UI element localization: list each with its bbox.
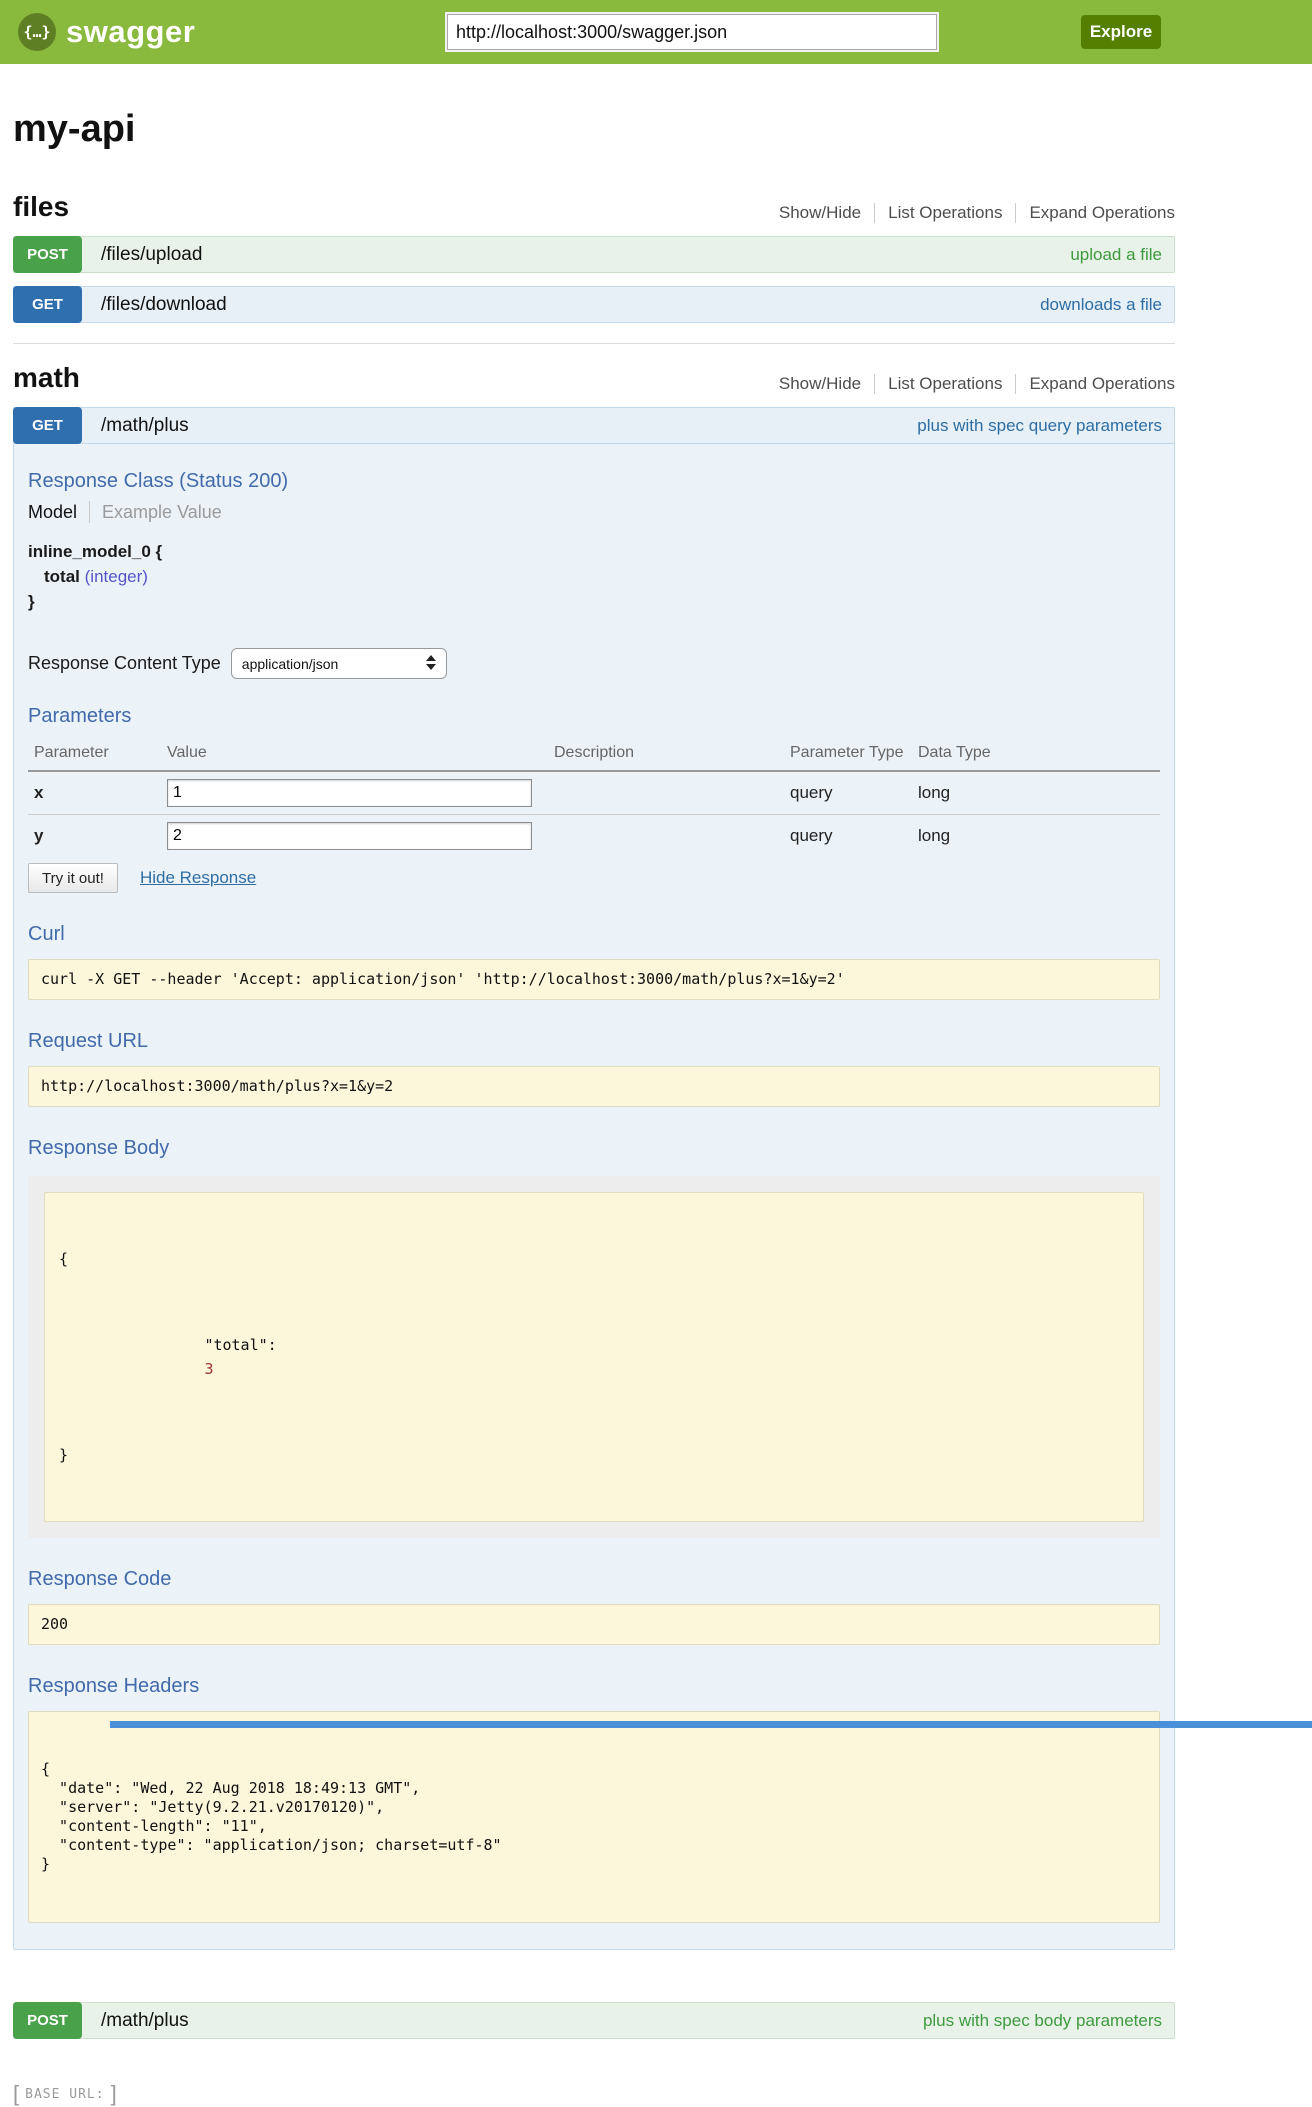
param-data-type: long [912, 815, 1160, 858]
column-header-value: Value [161, 738, 548, 771]
section-controls-files: Show/Hide List Operations Expand Operati… [766, 203, 1175, 223]
param-row-y: y query long [28, 815, 1160, 858]
response-code-box: 200 [28, 1604, 1160, 1645]
footer-bracket-open: [ [13, 2081, 19, 2107]
param-description [548, 815, 784, 858]
swagger-brand[interactable]: {…} swagger [18, 0, 195, 64]
model-open: inline_model_0 { [28, 539, 1160, 564]
parameters-heading: Parameters [28, 705, 1160, 728]
param-name: y [28, 815, 161, 858]
section-files: files Show/Hide List Operations Expand O… [13, 191, 1175, 344]
param-data-type: long [912, 771, 1160, 815]
header-bar: {…} swagger Explore [0, 0, 1312, 64]
endpoint-summary-link[interactable]: downloads a file [1040, 295, 1162, 315]
swagger-logo-icon: {…} [18, 13, 56, 51]
response-headers-json: { "date": "Wed, 22 Aug 2018 18:49:13 GMT… [41, 1760, 1147, 1874]
endpoint-row-post-files-upload[interactable]: POST /files/upload upload a file [13, 236, 1175, 273]
param-type: query [784, 815, 912, 858]
try-it-out-button[interactable]: Try it out! [28, 863, 118, 893]
endpoint-summary-link[interactable]: plus with spec query parameters [917, 416, 1162, 436]
model-close: } [28, 589, 1160, 614]
response-body-shell: { "total": 3 } [28, 1176, 1160, 1538]
parameters-table: Parameter Value Description Parameter Ty… [28, 738, 1160, 857]
param-row-x: x query long [28, 771, 1160, 815]
footer-bracket-close: ] [111, 2081, 117, 2107]
response-code-heading: Response Code [28, 1568, 1160, 1591]
response-content-type-label: Response Content Type [28, 653, 221, 674]
request-url-heading: Request URL [28, 1030, 1160, 1053]
spec-url-input[interactable] [447, 14, 937, 50]
endpoint-path-link[interactable]: /files/upload [101, 244, 202, 266]
endpoint-summary-link[interactable]: upload a file [1070, 245, 1162, 265]
json-key: "total": [204, 1336, 276, 1354]
list-operations-link[interactable]: List Operations [874, 374, 1015, 394]
endpoint-row-get-math-plus[interactable]: GET /math/plus plus with spec query para… [13, 407, 1175, 444]
curl-heading: Curl [28, 923, 1160, 946]
brand-name: swagger [66, 14, 195, 50]
json-close-brace: } [59, 1443, 1129, 1467]
expand-operations-link[interactable]: Expand Operations [1015, 203, 1175, 223]
column-header-parameter: Parameter [28, 738, 161, 771]
json-open-brace: { [59, 1247, 1129, 1271]
column-header-data-type: Data Type [912, 738, 1160, 771]
method-badge-post: POST [13, 236, 82, 273]
select-arrows-icon [426, 655, 436, 670]
param-description [548, 771, 784, 815]
hide-response-link[interactable]: Hide Response [140, 868, 256, 888]
endpoint-row-post-math-plus[interactable]: POST /math/plus plus with spec body para… [13, 2002, 1175, 2039]
selected-content-type: application/json [242, 656, 339, 672]
method-badge-get: GET [13, 286, 82, 323]
param-x-input[interactable] [167, 779, 532, 807]
show-hide-link[interactable]: Show/Hide [766, 203, 874, 223]
bottom-blue-bar [110, 1721, 1312, 1728]
model-prop-name: total [44, 567, 80, 586]
tab-example-value[interactable]: Example Value [102, 502, 222, 523]
content-wrap: my-api files Show/Hide List Operations E… [13, 108, 1175, 2107]
page-title: my-api [13, 108, 1175, 151]
base-url-footer: [ BASE URL: ] [13, 2081, 1175, 2107]
endpoint-summary-link[interactable]: plus with spec body parameters [923, 2011, 1162, 2031]
method-badge-get: GET [13, 407, 82, 444]
param-name: x [28, 771, 161, 815]
endpoint-row-get-files-download[interactable]: GET /files/download downloads a file [13, 286, 1175, 323]
endpoint-path-link[interactable]: /files/download [101, 294, 227, 316]
response-headers-box: { "date": "Wed, 22 Aug 2018 18:49:13 GMT… [28, 1711, 1160, 1923]
section-title-math: math [13, 362, 80, 394]
endpoint-path-link[interactable]: /math/plus [101, 2010, 189, 2032]
request-url-box: http://localhost:3000/math/plus?x=1&y=2 [28, 1066, 1160, 1107]
param-y-input[interactable] [167, 822, 532, 850]
tab-model[interactable]: Model [28, 502, 77, 523]
column-header-parameter-type: Parameter Type [784, 738, 912, 771]
response-body-box: { "total": 3 } [44, 1192, 1144, 1522]
section-title-files: files [13, 191, 69, 223]
explore-button[interactable]: Explore [1081, 15, 1161, 49]
response-body-heading: Response Body [28, 1137, 1160, 1160]
model-signature: inline_model_0 { total (integer) } [28, 539, 1160, 614]
show-hide-link[interactable]: Show/Hide [766, 374, 874, 394]
model-prop-type: (integer) [85, 567, 148, 586]
param-type: query [784, 771, 912, 815]
column-header-description: Description [548, 738, 784, 771]
section-controls-math: Show/Hide List Operations Expand Operati… [766, 374, 1175, 394]
response-headers-heading: Response Headers [28, 1675, 1160, 1698]
json-value: 3 [204, 1360, 213, 1378]
curl-command-box: curl -X GET --header 'Accept: applicatio… [28, 959, 1160, 1000]
response-class-heading: Response Class (Status 200) [28, 470, 1160, 493]
model-tabs: Model Example Value [28, 501, 1160, 523]
base-url-label: BASE URL: [25, 2087, 104, 2102]
section-math: math Show/Hide List Operations Expand Op… [13, 362, 1175, 2039]
endpoint-path-link[interactable]: /math/plus [101, 415, 189, 437]
expand-operations-link[interactable]: Expand Operations [1015, 374, 1175, 394]
tab-separator [89, 501, 90, 523]
list-operations-link[interactable]: List Operations [874, 203, 1015, 223]
response-content-type-row: Response Content Type application/json [28, 648, 1160, 679]
response-content-type-select[interactable]: application/json [231, 648, 447, 679]
method-badge-post: POST [13, 2002, 82, 2039]
operation-block-get-math-plus: GET /math/plus plus with spec query para… [13, 407, 1175, 1950]
